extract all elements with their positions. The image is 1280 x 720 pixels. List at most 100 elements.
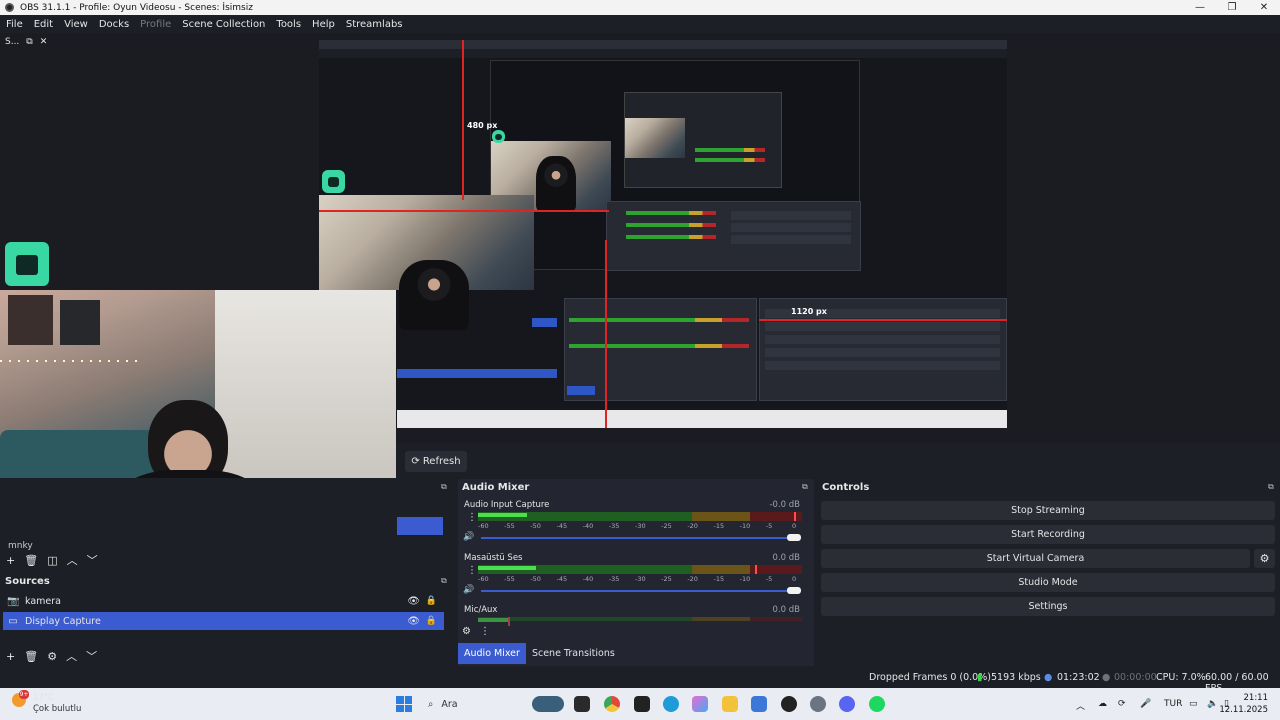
obs-app-icon[interactable] xyxy=(781,696,797,712)
file-manager-icon[interactable] xyxy=(574,696,590,712)
nested-meter xyxy=(695,148,765,152)
remove-source-icon[interactable]: 🗑 xyxy=(24,650,38,663)
camera-icon: 📷 xyxy=(7,595,20,607)
float-dock-icon[interactable]: ⧉ xyxy=(1268,482,1274,492)
menu-streamlabs[interactable]: Streamlabs xyxy=(342,19,407,30)
weather-description[interactable]: Çok bulutlu xyxy=(33,704,81,714)
scene-filters-icon[interactable]: ◫ xyxy=(47,554,57,567)
lock-icon[interactable]: 🔒 xyxy=(426,616,437,626)
chrome-icon[interactable] xyxy=(604,696,620,712)
guide-line-horizontal xyxy=(759,319,1007,321)
microphone-icon[interactable]: 🎤 xyxy=(1140,699,1151,709)
lock-icon[interactable]: 🔒 xyxy=(426,596,437,606)
start-recording-button[interactable]: Start Recording xyxy=(821,525,1275,544)
meter-scale-tick: 0 xyxy=(792,522,797,530)
stop-streaming-button[interactable]: Stop Streaming xyxy=(821,501,1275,520)
weather-temperature[interactable]: 17°C xyxy=(33,693,54,703)
menu-file[interactable]: File xyxy=(2,19,27,30)
source-item-kamera[interactable]: 📷 kamera 👁 🔒 xyxy=(3,592,444,610)
meter-scale-tick: -45 xyxy=(556,522,568,530)
move-up-icon[interactable]: ︿ xyxy=(66,648,77,664)
volume-slider-handle[interactable] xyxy=(787,534,801,541)
studio-mode-button[interactable]: Studio Mode xyxy=(821,573,1275,592)
settings-app-icon[interactable] xyxy=(810,696,826,712)
volume-slider[interactable] xyxy=(481,587,801,594)
volume-icon[interactable]: 🔈 xyxy=(1207,699,1218,709)
nested-taskbar xyxy=(397,410,1007,428)
meter-scale-tick: -20 xyxy=(687,575,698,583)
channel-menu-icon[interactable]: ⋮ xyxy=(467,565,477,576)
source-properties-gear-icon[interactable]: ⚙ xyxy=(47,650,57,663)
tab-scene-transitions[interactable]: Scene Transitions xyxy=(526,643,621,664)
float-dock-icon[interactable]: ⧉ xyxy=(26,37,32,47)
start-virtual-camera-button[interactable]: Start Virtual Camera xyxy=(821,549,1250,568)
menu-scene-collection[interactable]: Scene Collection xyxy=(178,19,269,30)
copilot-icon[interactable] xyxy=(692,696,708,712)
menu-help[interactable]: Help xyxy=(308,19,339,30)
taskbar-clock[interactable]: 21:11 12.11.2025 xyxy=(1219,692,1268,716)
poster-image xyxy=(60,300,100,345)
minimize-button[interactable]: — xyxy=(1184,0,1216,15)
notes-app-icon[interactable] xyxy=(634,696,650,712)
nested-meter xyxy=(569,318,749,322)
menu-tools[interactable]: Tools xyxy=(272,19,305,30)
mixer-menu-icon[interactable]: ⋮ xyxy=(480,626,490,637)
widgets-app-icon[interactable] xyxy=(532,696,564,712)
nested-button xyxy=(731,211,851,220)
channel-name: Masaüstü Ses xyxy=(464,553,523,563)
scenes-toolbar: + 🗑 ◫ ︿ ﹀ xyxy=(6,552,98,568)
streamlabs-logo-icon xyxy=(322,170,345,193)
remove-scene-icon[interactable]: 🗑 xyxy=(24,554,38,567)
tab-audio-mixer[interactable]: Audio Mixer xyxy=(458,643,526,664)
meter-scale-tick: -15 xyxy=(713,575,725,583)
virtual-camera-gear-icon[interactable]: ⚙ xyxy=(1254,549,1275,568)
discord-icon[interactable] xyxy=(839,696,855,712)
settings-button[interactable]: Settings xyxy=(821,597,1275,616)
network-icon[interactable]: ▭ xyxy=(1189,699,1198,709)
meter-scale-tick: -35 xyxy=(608,522,620,530)
tray-app-icon[interactable]: ⟳ xyxy=(1118,699,1126,709)
menu-edit[interactable]: Edit xyxy=(30,19,57,30)
menu-profile[interactable]: Profile xyxy=(136,19,175,30)
move-up-icon[interactable]: ︿ xyxy=(67,552,78,568)
refresh-button[interactable]: ⟳ Refresh xyxy=(405,451,467,472)
nested-obs-menubar xyxy=(319,49,1007,58)
float-dock-icon[interactable]: ⧉ xyxy=(802,482,808,492)
channel-menu-icon[interactable]: ⋮ xyxy=(467,512,477,523)
speaker-icon[interactable]: 🔊 xyxy=(463,532,474,542)
move-down-icon[interactable]: ﹀ xyxy=(87,552,98,568)
scene-name[interactable]: mnky xyxy=(8,541,33,551)
menu-view[interactable]: View xyxy=(60,19,92,30)
weather-badge: 9+ xyxy=(19,690,29,699)
input-language[interactable]: TUR xyxy=(1164,699,1182,709)
spotify-icon[interactable] xyxy=(869,696,885,712)
volume-slider[interactable] xyxy=(481,534,801,541)
advanced-audio-gear-icon[interactable]: ⚙ xyxy=(462,626,471,637)
snipping-tool-icon[interactable] xyxy=(751,696,767,712)
taskbar-search[interactable]: ⌕ Ara xyxy=(420,693,520,715)
meter-scale-tick: -50 xyxy=(530,522,541,530)
display-capture-canvas[interactable]: 480 px 1120 px xyxy=(319,40,1007,428)
stream-indicator-icon: ● xyxy=(1044,672,1053,683)
close-dock-icon[interactable]: ✕ xyxy=(40,37,48,47)
stream-time: 01:23:02 xyxy=(1057,672,1100,683)
add-source-icon[interactable]: + xyxy=(6,650,15,663)
tray-cloud-icon[interactable]: ☁ xyxy=(1098,699,1107,709)
scene-list-selected[interactable] xyxy=(397,517,443,535)
float-dock-icon[interactable]: ⧉ xyxy=(441,576,447,586)
edge-icon[interactable] xyxy=(663,696,679,712)
float-dock-icon[interactable]: ⧉ xyxy=(441,482,447,492)
visibility-eye-icon[interactable]: 👁 xyxy=(407,596,420,607)
menu-docks[interactable]: Docks xyxy=(95,19,133,30)
tray-overflow-chevron-icon[interactable]: ︿ xyxy=(1076,699,1085,712)
source-item-display-capture[interactable]: ▭ Display Capture 👁 🔒 xyxy=(3,612,444,630)
maximize-button[interactable]: ❐ xyxy=(1216,0,1248,15)
folder-icon[interactable] xyxy=(722,696,738,712)
add-scene-icon[interactable]: + xyxy=(6,554,15,567)
visibility-eye-icon[interactable]: 👁 xyxy=(407,616,420,627)
speaker-icon[interactable]: 🔊 xyxy=(463,585,474,595)
windows-start-icon[interactable] xyxy=(396,696,412,712)
move-down-icon[interactable]: ﹀ xyxy=(86,648,97,664)
volume-slider-handle[interactable] xyxy=(787,587,801,594)
close-button[interactable]: ✕ xyxy=(1248,0,1280,15)
